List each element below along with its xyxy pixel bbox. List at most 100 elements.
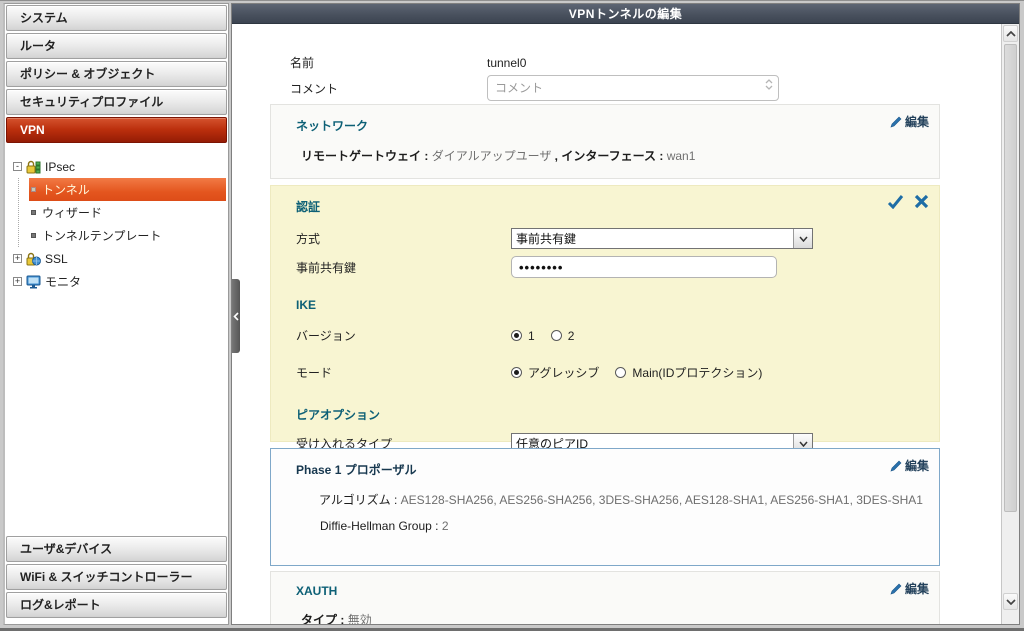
expand-box-icon[interactable]: + xyxy=(13,254,22,263)
chevron-down-icon xyxy=(1005,598,1016,605)
monitor-icon xyxy=(26,275,41,289)
collapse-box-icon[interactable]: - xyxy=(13,162,22,171)
phase1-proposal-section: 編集 Phase 1 プロポーザル アルゴリズム : AES128-SHA256… xyxy=(270,448,940,566)
dh-group-value: 2 xyxy=(441,519,449,533)
scrollbar-thumb[interactable] xyxy=(1004,44,1017,512)
x-icon xyxy=(914,194,929,209)
ike-mode-label: モード xyxy=(296,366,333,380)
method-label: 方式 xyxy=(296,232,321,246)
scroll-up-button[interactable] xyxy=(1003,25,1018,42)
method-selected-value: 事前共有鍵 xyxy=(516,232,577,246)
sidebar-collapse-handle[interactable] xyxy=(232,279,240,353)
mode-main-label: Main(IDプロテクション) xyxy=(632,366,763,380)
mode-aggressive-radio[interactable] xyxy=(511,367,522,378)
tree-node-tunnel[interactable]: トンネル xyxy=(29,178,226,201)
xauth-edit-button[interactable]: 編集 xyxy=(890,580,929,597)
mode-main-radio[interactable] xyxy=(615,367,627,378)
edit-label: 編集 xyxy=(904,582,929,596)
network-summary: リモートゲートウェイ : ダイアルアップユーザ , インターフェース : wan… xyxy=(301,147,927,164)
tree-node-ssl-label: SSL xyxy=(45,251,68,266)
sidebar-item-security-profiles[interactable]: セキュリティプロファイル xyxy=(6,89,227,115)
comment-label: コメント xyxy=(290,81,339,96)
bullet-icon xyxy=(31,210,36,215)
name-label: 名前 xyxy=(290,56,315,70)
interface-value: wan1 xyxy=(666,149,696,163)
window-frame: システム ルータ ポリシー & オブジェクト セキュリティプロファイル VPN … xyxy=(0,0,1024,631)
colon: : xyxy=(431,519,442,533)
comment-input[interactable] xyxy=(488,81,743,95)
tree-node-tunnel-template-label: トンネルテンプレート xyxy=(42,229,162,243)
xauth-section: 編集 XAUTH タイプ : 無効 xyxy=(270,571,940,624)
cancel-x-button[interactable] xyxy=(914,194,929,209)
mode-aggressive-label: アグレッシブ xyxy=(528,366,600,380)
method-select[interactable]: 事前共有鍵 xyxy=(511,228,813,249)
authentication-section: 認証 方式 事前共有鍵 事前共有鍵 I xyxy=(270,185,940,454)
remote-gateway-label: リモートゲートウェイ xyxy=(301,149,422,163)
pencil-icon xyxy=(890,116,902,127)
sidebar: システム ルータ ポリシー & オブジェクト セキュリティプロファイル VPN … xyxy=(3,3,229,625)
chevron-left-icon xyxy=(233,311,239,321)
phase1-edit-button[interactable]: 編集 xyxy=(890,457,929,474)
tree-node-tunnel-template[interactable]: トンネルテンプレート xyxy=(29,224,228,247)
ike-title: IKE xyxy=(296,298,317,312)
interface-label: インターフェース xyxy=(561,149,657,163)
tree-node-ipsec-label: IPsec xyxy=(45,159,76,174)
peer-options-title: ピアオプション xyxy=(296,408,381,422)
pencil-icon xyxy=(890,583,902,594)
phase1-dh-group: Diffie-Hellman Group : 2 xyxy=(320,519,927,533)
colon: : xyxy=(390,493,401,507)
ike-version-2-radio[interactable] xyxy=(550,330,562,341)
sidebar-item-vpn[interactable]: VPN xyxy=(6,117,227,143)
psk-label: 事前共有鍵 xyxy=(296,260,357,275)
vertical-scrollbar[interactable] xyxy=(1001,24,1019,624)
psk-input[interactable] xyxy=(511,256,777,278)
sidebar-item-system[interactable]: システム xyxy=(6,5,227,31)
expand-box-icon[interactable]: + xyxy=(13,277,22,286)
tree-node-wizard[interactable]: ウィザード xyxy=(29,201,228,224)
tree-node-wizard-label: ウィザード xyxy=(42,206,103,220)
bullet-icon xyxy=(31,233,36,238)
scroll-down-button[interactable] xyxy=(1003,593,1018,610)
bullet-icon xyxy=(31,187,36,192)
sidebar-item-policy-objects[interactable]: ポリシー & オブジェクト xyxy=(6,61,227,87)
phase1-algorithms: アルゴリズム : AES128-SHA256, AES256-SHA256, 3… xyxy=(301,492,927,509)
check-icon xyxy=(887,195,904,209)
sidebar-item-user-device[interactable]: ユーザ&デバイス xyxy=(6,536,227,562)
ipsec-lock-icon xyxy=(26,160,41,174)
sidebar-item-wifi-switch[interactable]: WiFi & スイッチコントローラー xyxy=(6,564,227,590)
xauth-type-label: タイプ xyxy=(301,613,338,624)
edit-label: 編集 xyxy=(904,459,929,473)
ike-version-label: バージョン xyxy=(296,329,356,343)
sidebar-item-router[interactable]: ルータ xyxy=(6,33,227,59)
comma: , xyxy=(551,149,562,163)
remote-gateway-value: ダイアルアップユーザ xyxy=(431,149,552,163)
chevron-down-icon xyxy=(793,229,812,248)
tree-node-monitor-label: モニタ xyxy=(45,275,82,289)
resize-spinner-icon[interactable] xyxy=(765,79,773,90)
auth-title: 認証 xyxy=(296,200,321,214)
colon: : xyxy=(337,613,348,624)
phase1-title: Phase 1 プロポーザル xyxy=(296,463,417,477)
sidebar-bottom-group: ユーザ&デバイス WiFi & スイッチコントローラー ログ&レポート xyxy=(5,535,228,620)
tree-node-ssl[interactable]: + SSL xyxy=(13,247,228,270)
psk-row: 事前共有鍵 xyxy=(296,256,927,278)
ipsec-children: トンネル ウィザード トンネルテンプレート xyxy=(18,178,228,247)
xauth-title: XAUTH xyxy=(296,584,338,598)
network-edit-button[interactable]: 編集 xyxy=(890,113,929,130)
name-row: 名前 tunnel0 xyxy=(290,54,526,71)
colon: : xyxy=(421,149,432,163)
page-title: VPNトンネルの編集 xyxy=(232,4,1019,24)
comment-field-wrap xyxy=(487,75,779,101)
sidebar-item-log-report[interactable]: ログ&レポート xyxy=(6,592,227,618)
ike-version-1-label: 1 xyxy=(528,328,535,343)
ike-version-1-radio[interactable] xyxy=(511,330,522,341)
tree-node-ipsec[interactable]: - IPsec xyxy=(13,155,228,178)
method-row: 方式 事前共有鍵 xyxy=(296,228,927,249)
tree-node-monitor[interactable]: + モニタ xyxy=(13,270,228,293)
network-title: ネットワーク xyxy=(296,119,369,133)
ssl-lock-globe-icon xyxy=(26,252,41,266)
algorithms-label: アルゴリズム xyxy=(319,493,391,507)
network-section: 編集 ネットワーク リモートゲートウェイ : ダイアルアップユーザ , インター… xyxy=(270,104,940,179)
name-value: tunnel0 xyxy=(487,55,527,70)
confirm-check-button[interactable] xyxy=(887,194,904,209)
